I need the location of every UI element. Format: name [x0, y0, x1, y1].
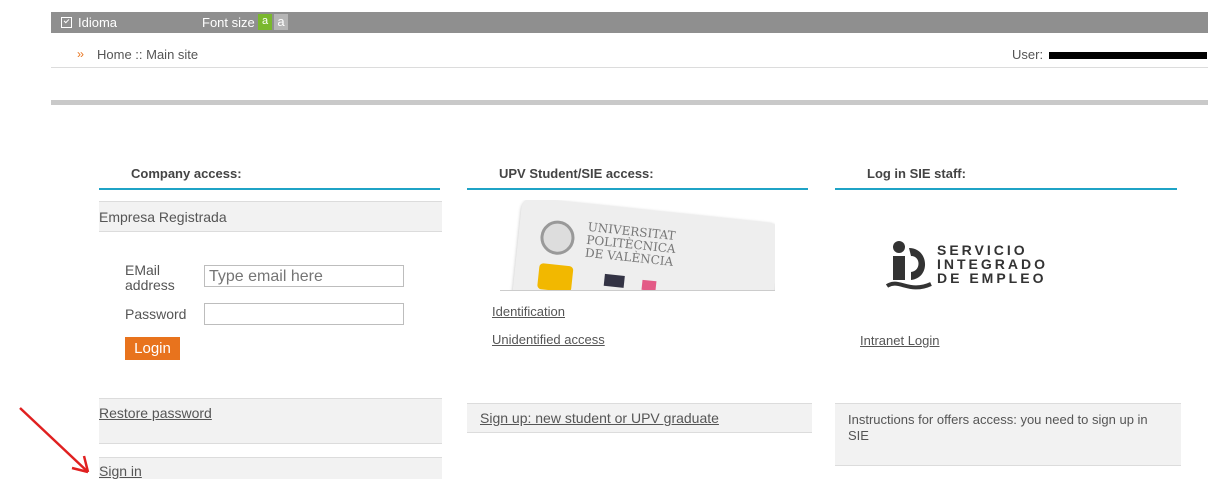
sie-logo-icon — [885, 241, 932, 290]
sign-in-link[interactable]: Sign in — [99, 463, 142, 479]
font-size-label: Font size — [202, 15, 255, 30]
student-access-column: UPV Student/SIE access: — [467, 160, 808, 190]
upv-card-image: UNIVERSITAT POLITÈCNICA DE VALÈNCIA — [500, 200, 775, 291]
student-access-title: UPV Student/SIE access: — [467, 160, 808, 190]
user-label: User: — [1012, 47, 1044, 62]
signup-box: Sign up: new student or UPV graduate — [467, 403, 812, 433]
breadcrumb-bar: ›› Home :: Main site User: — [51, 33, 1208, 68]
company-access-title: Company access: — [99, 160, 440, 190]
university-seal-icon — [538, 219, 577, 257]
sie-logo: SERVICIO INTEGRADO DE EMPLEO — [885, 238, 1045, 298]
top-bar: Idioma Font size a a — [51, 12, 1208, 33]
company-access-column: Company access: — [99, 160, 440, 190]
logo-line-2: INTEGRADO — [937, 256, 1048, 272]
password-field[interactable] — [204, 303, 404, 325]
checkbox-icon — [61, 17, 72, 28]
language-label: Idioma — [78, 15, 118, 30]
unidentified-access-link[interactable]: Unidentified access — [492, 332, 605, 347]
instructions-box: Instructions for offers access: you need… — [835, 403, 1181, 466]
signup-student-link[interactable]: Sign up: new student or UPV graduate — [480, 410, 719, 426]
email-field[interactable] — [204, 265, 404, 287]
language-selector[interactable]: Idioma — [61, 15, 117, 30]
card-university-name: UNIVERSITAT POLITÈCNICA DE VALÈNCIA — [584, 219, 677, 269]
card-logo-icon — [603, 273, 625, 288]
sie-logo-text: SERVICIO INTEGRADO DE EMPLEO — [937, 243, 1048, 285]
card-badge-icon — [641, 279, 657, 290]
logo-line-3: DE EMPLEO — [937, 270, 1047, 286]
staff-access-column: Log in SIE staff: — [835, 160, 1177, 190]
font-size-small-button[interactable]: a — [258, 14, 272, 30]
font-size-large-button[interactable]: a — [274, 14, 288, 30]
student-card: UNIVERSITAT POLITÈCNICA DE VALÈNCIA — [506, 200, 775, 290]
identification-link[interactable]: Identification — [492, 304, 565, 319]
divider — [51, 100, 1208, 105]
restore-password-link[interactable]: Restore password — [99, 405, 212, 421]
logo-line-1: SERVICIO — [937, 242, 1028, 258]
email-label: EMail address — [125, 262, 175, 293]
instructions-text: Instructions for offers access: you need… — [848, 412, 1148, 443]
login-button[interactable]: Login — [125, 337, 180, 360]
registered-company-header: Empresa Registrada — [99, 201, 442, 232]
intranet-login-link[interactable]: Intranet Login — [860, 333, 940, 348]
password-label: Password — [125, 306, 187, 322]
restore-password-box: Restore password — [99, 398, 442, 444]
sign-in-box: Sign in — [99, 457, 442, 479]
card-chip-icon — [537, 262, 574, 290]
breadcrumb[interactable]: Home :: Main site — [97, 47, 198, 62]
breadcrumb-arrows-icon: ›› — [77, 47, 84, 61]
registered-company-label: Empresa Registrada — [99, 209, 227, 225]
redacted-user-name — [1049, 52, 1207, 59]
staff-access-title: Log in SIE staff: — [835, 160, 1177, 190]
red-arrow-annotation — [19, 407, 90, 474]
